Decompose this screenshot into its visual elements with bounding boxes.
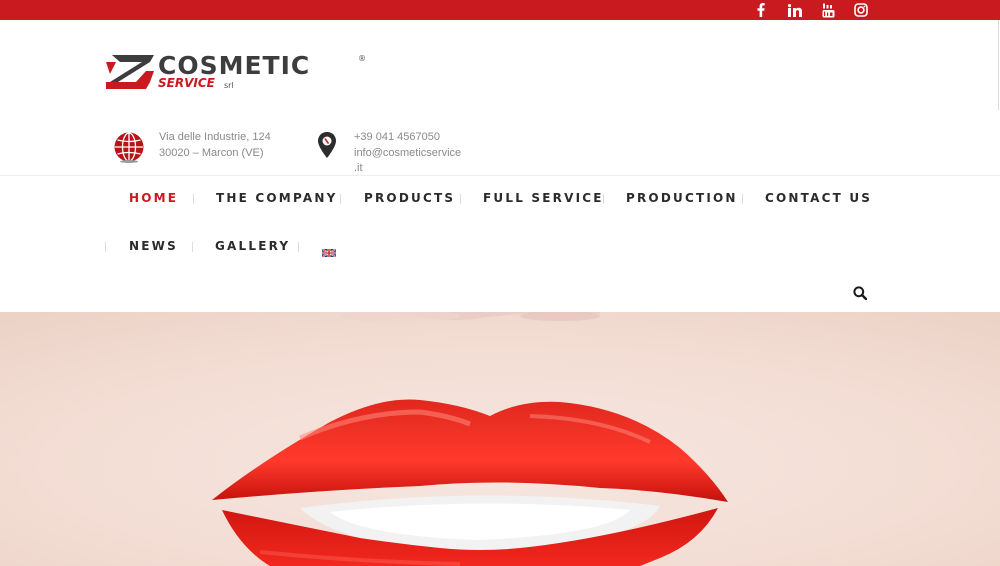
nav-the-company[interactable]: THE COMPANY	[216, 191, 337, 205]
nav-separator	[460, 194, 461, 204]
youtube-icon[interactable]	[819, 0, 837, 20]
logo-subtitle: SERVICE	[158, 76, 215, 90]
nav-separator	[742, 194, 743, 204]
nav-separator	[340, 194, 341, 204]
address-line-1: Via delle Industrie, 124	[159, 131, 271, 143]
nav-full-service[interactable]: FULL SERVICE	[483, 191, 604, 205]
globe-icon	[114, 132, 144, 163]
search-icon[interactable]	[853, 285, 868, 301]
instagram-icon[interactable]	[852, 0, 870, 20]
email-address[interactable]: info@cosmeticservice	[354, 145, 461, 161]
nav-products[interactable]: PRODUCTS	[364, 191, 455, 205]
nav-separator	[105, 242, 106, 252]
email-address-tail[interactable]: .it	[354, 160, 363, 176]
hero-image	[0, 312, 1000, 566]
logo-mark-icon	[106, 55, 154, 89]
nav-news[interactable]: NEWS	[129, 239, 178, 253]
window-edge-divider	[998, 20, 999, 110]
nav-separator	[298, 242, 299, 252]
logo[interactable]: COSMETIC ® SERVICE srl	[106, 52, 368, 92]
address-line-2: 30020 – Marcon (VE)	[159, 147, 264, 159]
nav-top-border	[0, 175, 1000, 176]
logo-suffix: srl	[224, 81, 234, 90]
red-lips-illustration	[0, 312, 1000, 566]
nav-separator	[192, 242, 193, 252]
english-flag-icon[interactable]	[321, 242, 337, 258]
nav-contact-us[interactable]: CONTACT US	[765, 191, 872, 205]
linkedin-icon[interactable]	[786, 0, 804, 20]
nav-separator	[193, 194, 194, 204]
facebook-icon[interactable]	[752, 0, 770, 20]
nav-gallery[interactable]: GALLERY	[215, 239, 290, 253]
top-bar	[0, 0, 1000, 20]
nav-production[interactable]: PRODUCTION	[626, 191, 738, 205]
nav-separator	[603, 194, 604, 204]
location-pin-icon	[318, 132, 336, 158]
phone-number[interactable]: +39 041 4567050	[354, 129, 440, 145]
nav-home[interactable]: HOME	[129, 191, 178, 205]
logo-registered-mark: ®	[358, 54, 366, 63]
